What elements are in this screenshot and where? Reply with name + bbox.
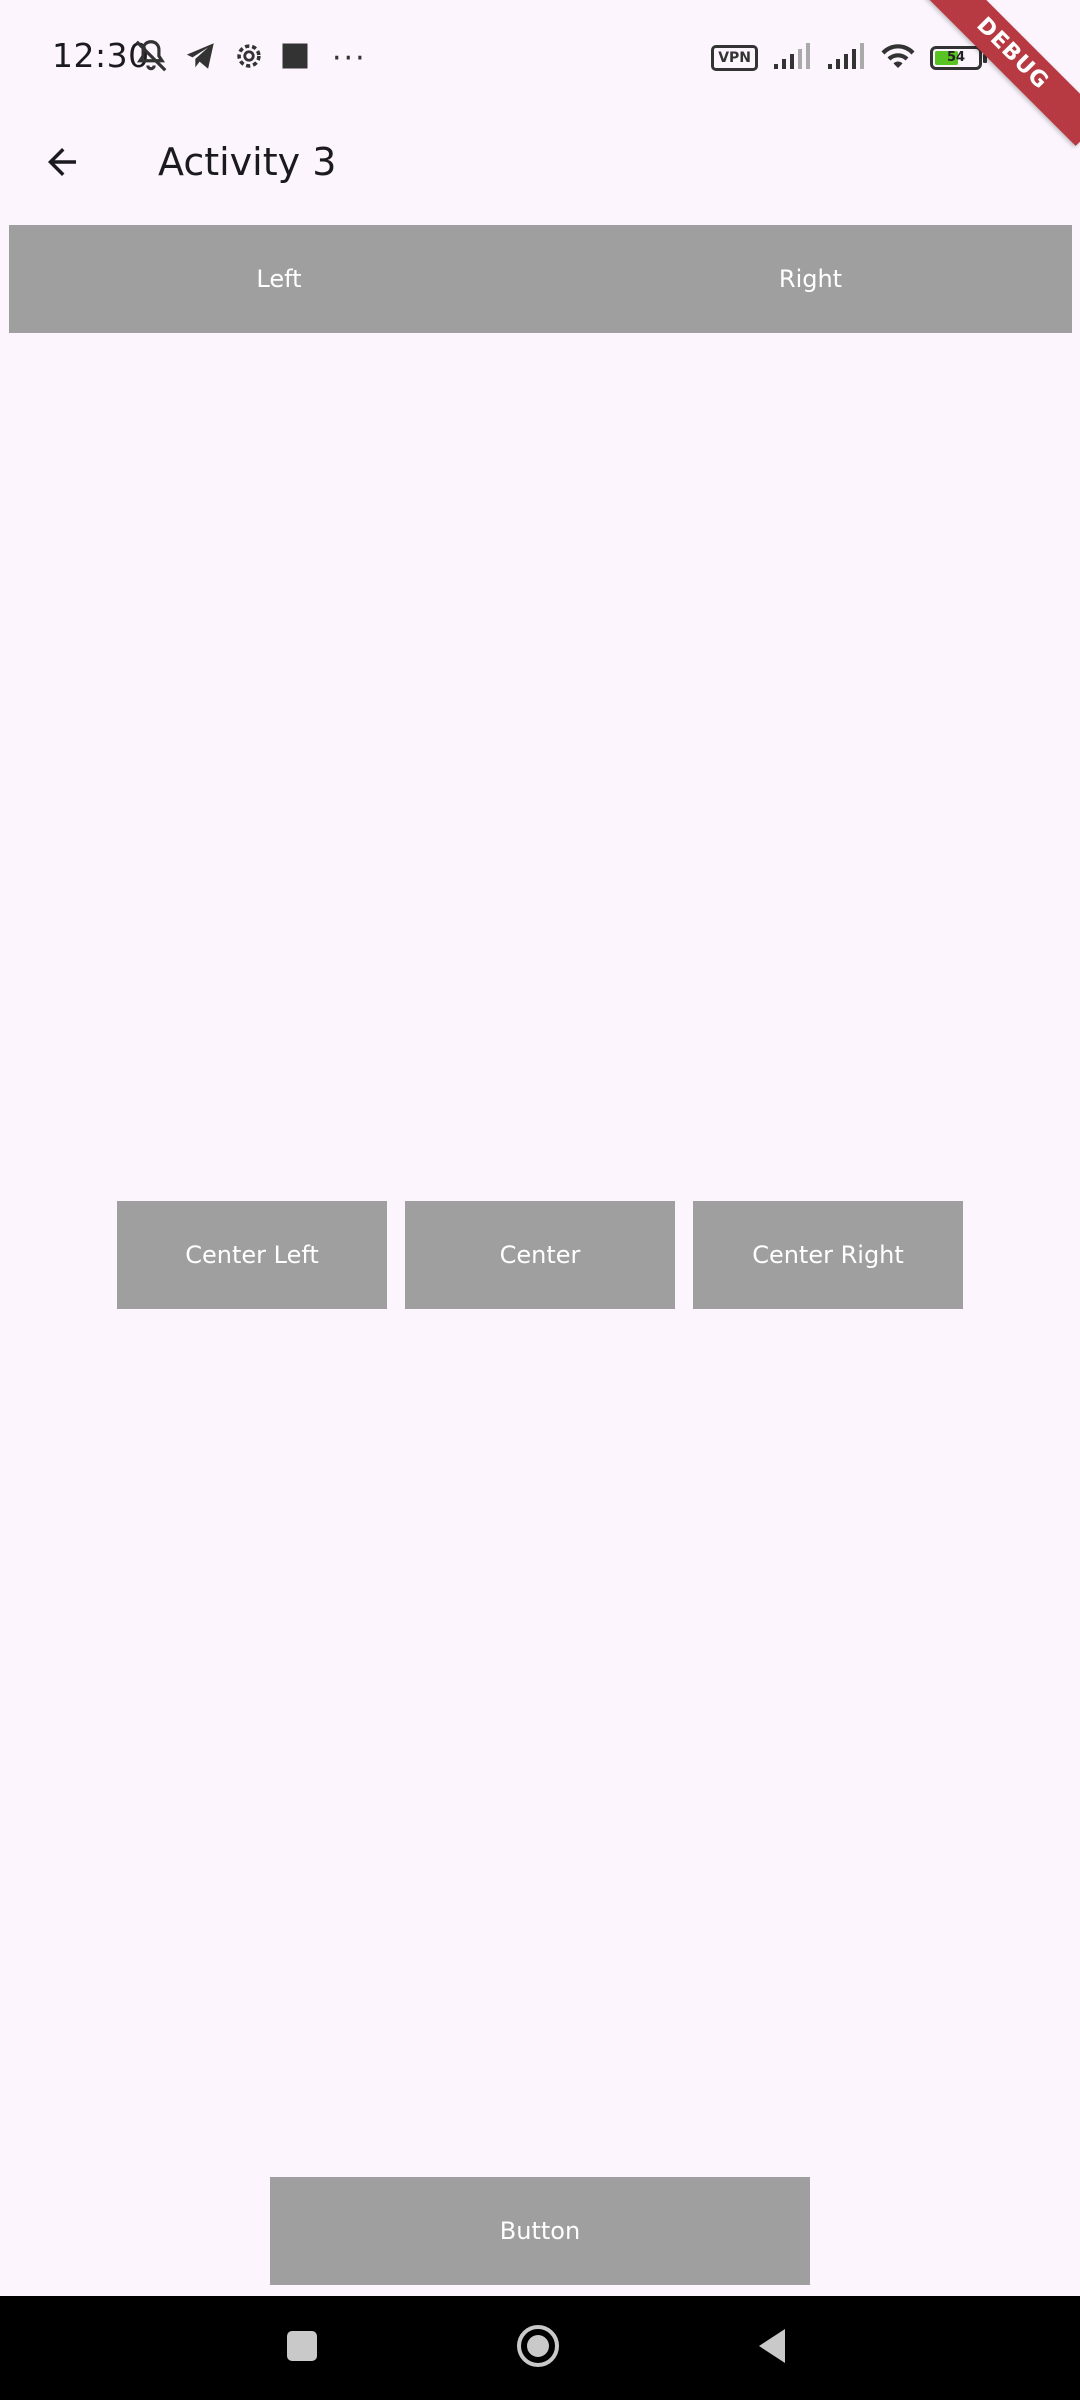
center-right-button[interactable]: Center Right [693, 1201, 963, 1309]
signal-icon [826, 42, 866, 74]
settings-gear-icon [232, 39, 266, 77]
top-row-bar: Left Right [9, 225, 1072, 333]
system-navigation-bar [0, 2296, 1080, 2400]
telegram-icon [184, 39, 218, 77]
center-button[interactable]: Center [405, 1201, 675, 1309]
recents-square-icon [285, 2329, 319, 2367]
right-button[interactable]: Right [549, 225, 1072, 333]
muted-bell-icon [132, 37, 170, 79]
screen: 12:30 ··· VPN 54 DEBUG Activity 3 Left R… [0, 0, 1080, 2400]
back-button[interactable] [26, 128, 98, 200]
left-button[interactable]: Left [9, 225, 549, 333]
signal-icon [772, 42, 812, 74]
app-square-icon [280, 41, 310, 75]
status-right-icons: VPN 54 [711, 38, 1010, 78]
page-title: Activity 3 [158, 140, 337, 184]
nav-back-button[interactable] [742, 2322, 802, 2374]
center-left-button[interactable]: Center Left [117, 1201, 387, 1309]
home-circle-icon [516, 2324, 560, 2372]
bottom-button[interactable]: Button [270, 2177, 810, 2285]
battery-icon: 54 [930, 46, 987, 70]
status-bar: 12:30 ··· VPN 54 [0, 0, 1080, 114]
app-bar: Activity 3 [0, 114, 1080, 222]
back-triangle-icon [755, 2327, 789, 2369]
more-notifications-icon: ··· [332, 40, 367, 76]
arrow-back-icon [41, 141, 83, 187]
wifi-icon [880, 41, 916, 75]
vpn-icon: VPN [711, 45, 758, 71]
recents-button[interactable] [272, 2322, 332, 2374]
battery-level: 54 [946, 50, 966, 65]
home-button[interactable] [508, 2322, 568, 2374]
status-left-icons: ··· [132, 38, 367, 78]
